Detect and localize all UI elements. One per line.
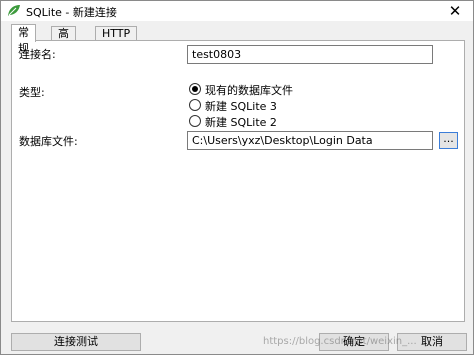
radio-label: 新建 SQLite 3	[205, 100, 277, 113]
radio-button[interactable]	[189, 99, 201, 111]
window-title: SQLite - 新建连接	[26, 6, 117, 19]
db-file-label: 数据库文件:	[19, 135, 78, 148]
tab-general[interactable]: 常规	[11, 24, 36, 55]
browse-button[interactable]: ...	[439, 132, 458, 149]
radio-button-selected[interactable]	[189, 83, 201, 95]
type-label: 类型:	[19, 86, 45, 99]
tab-advanced[interactable]: 高级	[51, 26, 76, 54]
dialog-window: SQLite - 新建连接 ✕ 常规 高级 HTTP 连接名: test0803…	[0, 0, 474, 355]
radio-label: 新建 SQLite 2	[205, 116, 277, 129]
leaf-icon	[8, 5, 20, 16]
radio-label: 现有的数据库文件	[205, 84, 293, 97]
watermark: https://blog.csdn.net/weixin_...	[263, 336, 417, 347]
title-bar[interactable]: SQLite - 新建连接 ✕	[1, 1, 473, 21]
tab-http[interactable]: HTTP	[95, 26, 138, 41]
radio-button[interactable]	[189, 115, 201, 127]
close-button[interactable]: ✕	[439, 1, 471, 21]
test-connection-button[interactable]: 连接测试	[11, 333, 141, 351]
connection-name-input[interactable]: test0803	[187, 45, 433, 64]
db-file-input[interactable]: C:\Users\yxz\Desktop\Login Data	[187, 131, 433, 150]
